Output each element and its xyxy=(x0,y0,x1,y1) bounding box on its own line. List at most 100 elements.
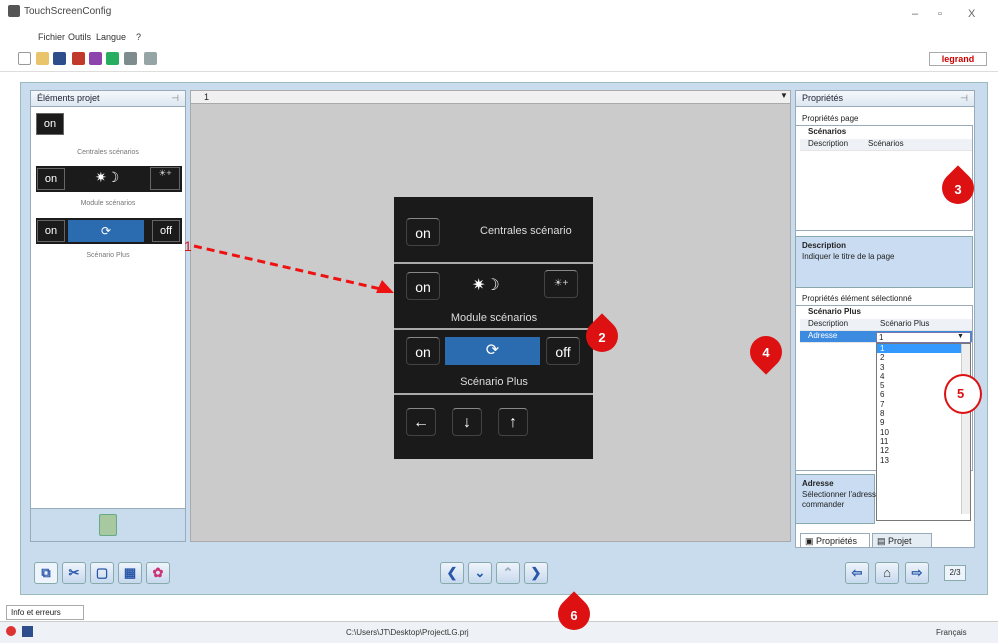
dropdown-option[interactable]: 10 xyxy=(877,428,961,437)
element-caption: Module scénarios xyxy=(80,200,136,207)
description-title: Description xyxy=(802,241,847,250)
legrand-logo: legrand xyxy=(929,52,987,66)
panel-title: Propriétés xyxy=(802,93,844,103)
menu-outils[interactable]: Outils xyxy=(68,32,91,42)
drag-arrow xyxy=(193,244,394,293)
element-scenario-off: off xyxy=(152,220,180,242)
title-bar xyxy=(0,0,998,28)
new-file-icon[interactable] xyxy=(18,52,31,65)
grid-key: Description xyxy=(808,319,849,328)
home-icon[interactable]: ⌂ xyxy=(875,562,899,584)
back-arrow-icon[interactable]: ⇦ xyxy=(845,562,869,584)
callout-6: 6 xyxy=(570,608,578,623)
app-icon xyxy=(8,5,20,17)
cut-icon[interactable]: ✂ xyxy=(62,562,86,584)
page-props-title: Propriétés page xyxy=(802,114,859,123)
grid-icon[interactable] xyxy=(144,52,157,65)
scene-plus-icon: ☀+ xyxy=(150,167,180,190)
prev-page-button[interactable]: ❮ xyxy=(440,562,464,584)
scene-plus-icon[interactable]: ☀+ xyxy=(544,270,578,298)
import-icon[interactable] xyxy=(72,52,85,65)
address-help-text2: commander xyxy=(802,500,845,509)
callout-5: 5 xyxy=(957,386,965,401)
page-description-row[interactable]: Description Scénarios xyxy=(800,139,972,151)
callout-4: 4 xyxy=(762,345,770,360)
divider xyxy=(394,393,593,395)
window-title: TouchScreenConfig xyxy=(24,6,112,17)
element-caption: Centrales scénarios xyxy=(77,149,139,156)
element-caption: Scénario Plus xyxy=(86,252,130,259)
down-page-button[interactable]: ⌄ xyxy=(468,562,492,584)
forward-arrow-icon[interactable]: ⇨ xyxy=(905,562,929,584)
menu-langue[interactable]: Langue xyxy=(96,32,126,42)
pin-icon[interactable]: ⊣ xyxy=(171,93,179,104)
maximize-button[interactable]: ▫ xyxy=(938,8,942,20)
minimize-button[interactable]: – xyxy=(912,8,918,20)
close-button[interactable]: X xyxy=(968,8,975,20)
cycle-icon: ⟳ xyxy=(445,337,540,365)
page-count: 2/3 xyxy=(944,565,966,581)
menu-help[interactable]: ? xyxy=(136,32,141,42)
next-page-button[interactable]: ❯ xyxy=(524,562,548,584)
dropdown-option[interactable]: 2 xyxy=(877,353,961,362)
save-icon[interactable] xyxy=(53,52,66,65)
panel-header: Propriétés ⊣ xyxy=(796,91,974,107)
palette-icon[interactable]: ✿ xyxy=(146,562,170,584)
page-selector-value: 1 xyxy=(204,92,210,102)
callout-2: 2 xyxy=(598,330,606,345)
preview-on-button[interactable]: on xyxy=(406,272,440,300)
copy-icon[interactable]: ⧉ xyxy=(34,562,58,584)
element-centrales-on[interactable]: on xyxy=(36,113,64,135)
arrow-left-icon[interactable]: ← xyxy=(406,408,436,436)
tab-properties[interactable]: ▣ Propriétés xyxy=(800,533,870,548)
divider xyxy=(394,262,593,264)
dropdown-option[interactable]: 13 xyxy=(877,456,961,465)
chevron-down-icon[interactable]: ▼ xyxy=(957,333,964,340)
dropdown-scrollbar[interactable] xyxy=(961,344,970,514)
pin-icon[interactable]: ⊣ xyxy=(960,93,968,104)
info-errors-tab[interactable]: Info et erreurs xyxy=(6,605,84,620)
dropdown-option[interactable]: 12 xyxy=(877,446,961,455)
cycle-icon: ⟳ xyxy=(68,220,144,242)
dropdown-option[interactable]: 1 xyxy=(877,344,961,354)
send-icon[interactable] xyxy=(124,52,137,65)
arrow-down-icon[interactable]: ↓ xyxy=(452,408,482,436)
divider xyxy=(394,328,593,330)
element-description-row[interactable]: Description Scénario Plus xyxy=(800,319,972,331)
tab-label: Propriétés xyxy=(816,536,858,546)
table-icon[interactable]: ▦ xyxy=(118,562,142,584)
dropdown-option[interactable]: 9 xyxy=(877,418,961,427)
up-page-button[interactable]: ⌃ xyxy=(496,562,520,584)
sun-moon-icon: ✷☽ xyxy=(472,277,500,294)
sun-moon-icon: ✷☽ xyxy=(95,169,120,185)
preview-on-button[interactable]: on xyxy=(406,337,440,365)
transfer-icon[interactable] xyxy=(106,52,119,65)
export-icon[interactable] xyxy=(89,52,102,65)
error-icon xyxy=(6,626,16,636)
tab-project[interactable]: ▤ Projet xyxy=(872,533,932,548)
dropdown-option[interactable]: 8 xyxy=(877,409,961,418)
chevron-down-icon[interactable]: ▼ xyxy=(780,91,788,100)
dropdown-option[interactable]: 3 xyxy=(877,363,961,372)
preview-on-button[interactable]: on xyxy=(406,218,440,246)
project-elements-panel: Éléments projet ⊣ xyxy=(30,90,186,542)
paste-icon[interactable]: ▢ xyxy=(90,562,114,584)
preview-off-button[interactable]: off xyxy=(546,337,580,365)
menu-fichier[interactable]: Fichier xyxy=(38,32,65,42)
save-status-icon xyxy=(22,626,33,637)
file-path: C:\Users\JT\Desktop\ProjectLG.prj xyxy=(346,628,469,637)
status-bar xyxy=(0,621,998,643)
callout-1: 1 xyxy=(184,238,192,254)
grid-value: Scénarios xyxy=(868,139,904,148)
open-folder-icon[interactable] xyxy=(36,52,49,65)
grid-key: Adresse xyxy=(808,331,838,340)
arrow-up-icon[interactable]: ↑ xyxy=(498,408,528,436)
preview-label: Centrales scénario xyxy=(480,225,572,237)
dropdown-option[interactable]: 11 xyxy=(877,437,961,446)
address-help-title: Adresse xyxy=(802,479,834,488)
trash-icon[interactable] xyxy=(99,514,117,536)
element-module-on: on xyxy=(37,168,65,190)
address-help-text: Sélectionner l'adresse xyxy=(802,490,876,499)
page-selector[interactable] xyxy=(190,90,791,104)
menu-bar xyxy=(0,28,998,46)
